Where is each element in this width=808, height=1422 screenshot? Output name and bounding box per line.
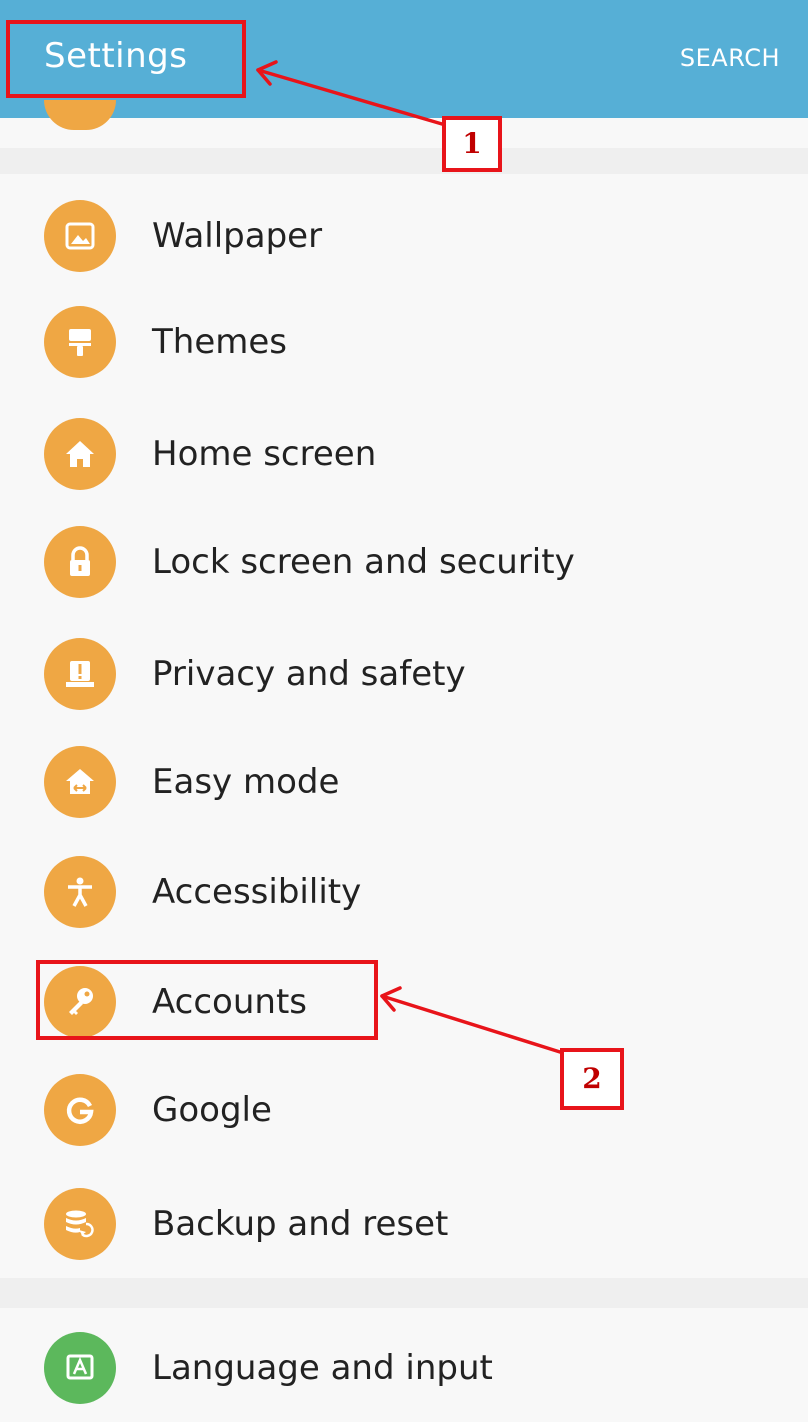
settings-item-label: Themes [152, 322, 287, 362]
settings-item-home-screen[interactable]: Home screen [0, 398, 808, 508]
search-button[interactable]: SEARCH [680, 44, 780, 72]
wallpaper-icon [44, 200, 116, 272]
settings-item-label: Lock screen and security [152, 542, 575, 582]
settings-item-wallpaper[interactable]: Wallpaper [0, 180, 808, 290]
easy-mode-icon [44, 746, 116, 818]
settings-item-label: Privacy and safety [152, 654, 466, 694]
annotation-highlight-accounts [36, 960, 378, 1040]
settings-item-google[interactable]: Google [0, 1054, 808, 1164]
section-divider [0, 1278, 808, 1308]
settings-item-lock-screen[interactable]: Lock screen and security [0, 506, 808, 616]
home-icon [44, 418, 116, 490]
settings-item-language[interactable]: Language and input [0, 1312, 808, 1422]
accessibility-icon [44, 856, 116, 928]
settings-item-label: Home screen [152, 434, 377, 474]
paint-brush-icon [44, 306, 116, 378]
settings-item-easy-mode[interactable]: Easy mode [0, 726, 808, 836]
previous-item-icon [44, 100, 116, 130]
settings-item-accessibility[interactable]: Accessibility [0, 836, 808, 946]
language-icon [44, 1332, 116, 1404]
settings-item-themes[interactable]: Themes [0, 286, 808, 396]
section-divider [0, 148, 808, 174]
settings-item-label: Backup and reset [152, 1204, 449, 1244]
google-icon [44, 1074, 116, 1146]
lock-icon [44, 526, 116, 598]
alert-icon [44, 638, 116, 710]
backup-icon [44, 1188, 116, 1260]
annotation-marker-1: 1 [442, 116, 502, 172]
settings-item-label: Easy mode [152, 762, 340, 802]
annotation-marker-2: 2 [560, 1048, 624, 1110]
settings-item-label: Wallpaper [152, 216, 323, 256]
settings-item-backup[interactable]: Backup and reset [0, 1168, 808, 1278]
settings-item-label: Google [152, 1090, 272, 1130]
annotation-highlight-title [6, 20, 246, 98]
settings-item-label: Language and input [152, 1348, 493, 1388]
settings-item-privacy[interactable]: Privacy and safety [0, 618, 808, 728]
settings-item-label: Accessibility [152, 872, 362, 912]
